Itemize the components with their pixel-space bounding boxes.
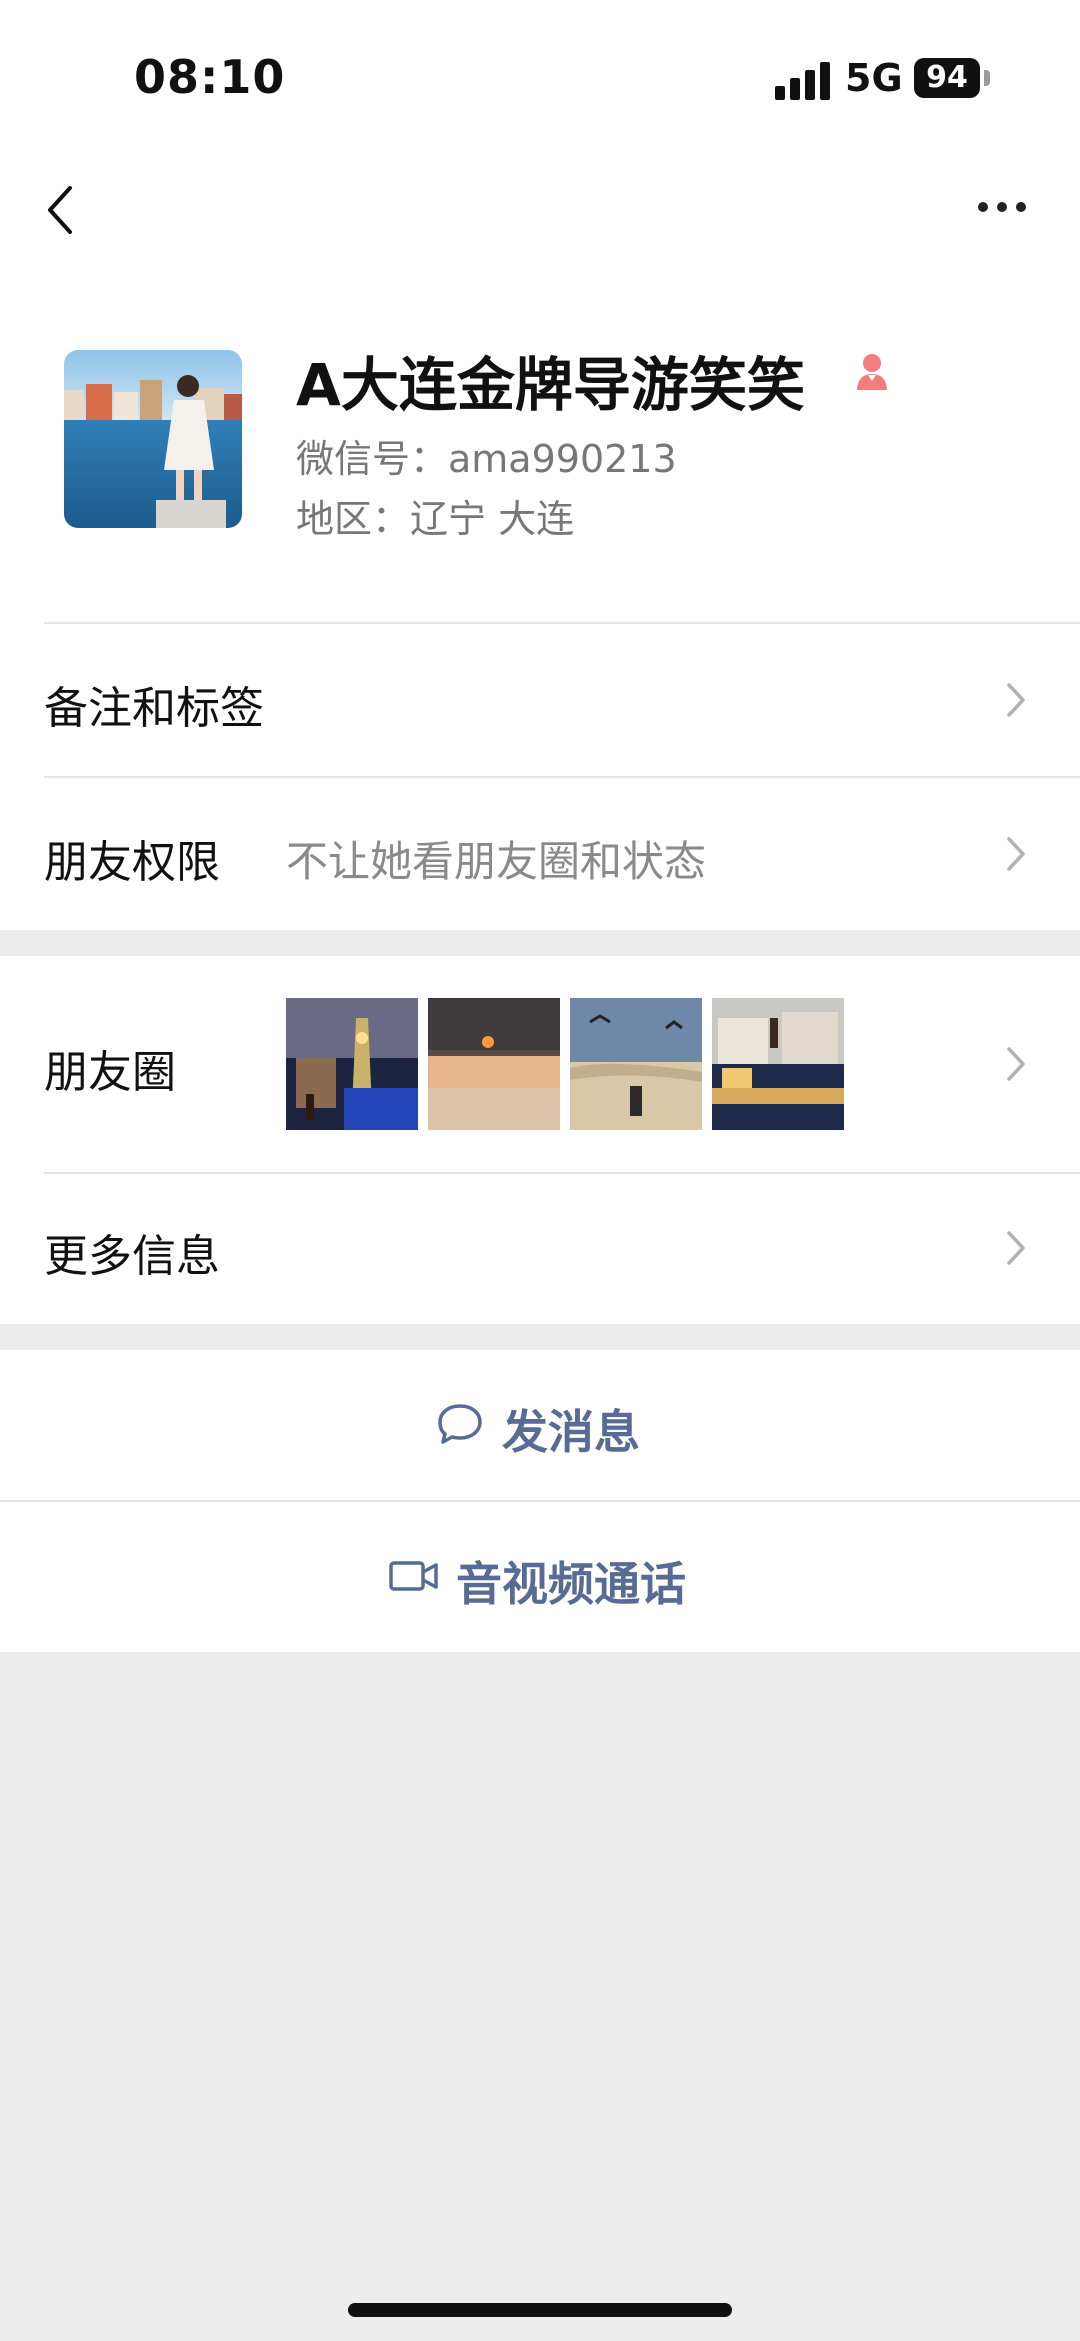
wechat-id: 微信号：ama990213 — [296, 437, 677, 481]
moments-thumbnail — [712, 998, 844, 1130]
more-options-icon[interactable] — [970, 190, 1030, 220]
moments-label: 朋友圈 — [44, 1047, 176, 1098]
status-time: 08:10 — [134, 50, 286, 104]
status-bar: 08:10 5G 94 — [0, 0, 1080, 150]
more-info-row[interactable]: 更多信息 — [0, 1174, 1080, 1324]
video-camera-icon — [389, 1561, 438, 1591]
friend-permissions-row[interactable]: 朋友权限 不让她看朋友圈和状态 — [0, 778, 1080, 930]
more-info-label: 更多信息 — [44, 1231, 220, 1282]
moments-thumbnail — [286, 998, 418, 1130]
remarks-tags-label: 备注和标签 — [44, 683, 264, 734]
send-message-label: 发消息 — [502, 1405, 640, 1459]
video-call-label: 音视频通话 — [456, 1557, 686, 1611]
remarks-tags-row[interactable]: 备注和标签 — [0, 624, 1080, 776]
chat-bubble-icon — [438, 1404, 482, 1444]
avatar-photo — [64, 350, 242, 528]
friend-permissions-label: 朋友权限 — [44, 837, 220, 888]
home-indicator[interactable] — [348, 2303, 732, 2317]
signal-icon — [775, 60, 831, 100]
network-type: 5G — [845, 56, 903, 100]
avatar[interactable] — [64, 350, 242, 528]
battery-icon: 94 — [914, 58, 980, 98]
battery-level: 94 — [926, 60, 968, 95]
battery-cap — [984, 70, 990, 86]
chevron-right-icon — [1007, 1047, 1025, 1081]
chevron-right-icon — [1007, 1231, 1025, 1265]
female-icon — [857, 354, 887, 390]
chevron-right-icon — [1007, 683, 1025, 717]
moments-thumbnail — [428, 998, 560, 1130]
moments-row[interactable]: 朋友圈 — [0, 956, 1080, 1172]
moments-thumbnail — [570, 998, 702, 1130]
send-message-button[interactable]: 发消息 — [0, 1350, 1080, 1500]
region: 地区：辽宁 大连 — [296, 497, 575, 541]
video-call-button[interactable]: 音视频通话 — [0, 1502, 1080, 1652]
chevron-right-icon — [1007, 837, 1025, 871]
contact-name: A大连金牌导游笑笑 — [296, 351, 805, 419]
friend-permissions-value: 不让她看朋友圈和状态 — [286, 837, 707, 886]
back-arrow-icon[interactable] — [40, 180, 84, 240]
